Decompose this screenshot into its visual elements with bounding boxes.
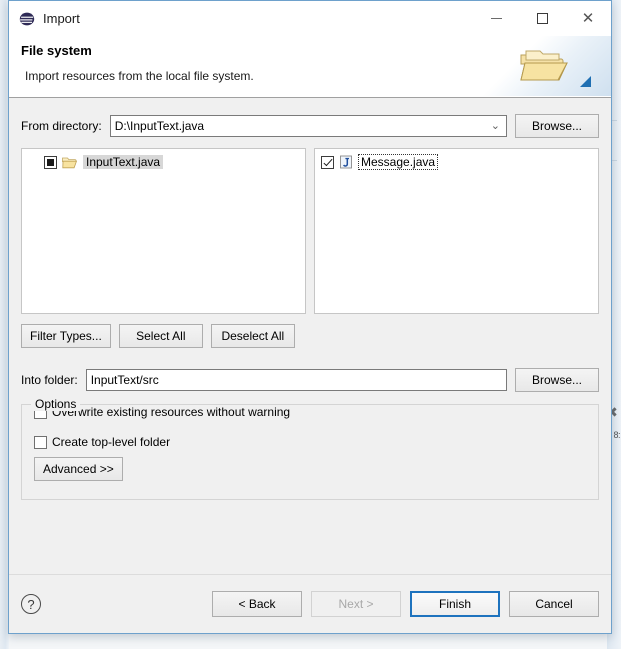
from-directory-row: From directory: D:\InputText.java ⌄ Brow… (9, 114, 611, 138)
title-bar-left: Import (9, 11, 80, 27)
advanced-button[interactable]: Advanced >> (34, 457, 123, 481)
overwrite-label: Overwrite existing resources without war… (52, 405, 291, 419)
help-icon[interactable]: ? (21, 594, 41, 614)
folder-icon (62, 156, 78, 169)
folder-checkbox[interactable] (44, 155, 57, 169)
page-description: Import resources from the local file sys… (25, 69, 254, 83)
minimize-icon (490, 18, 502, 19)
page-title: File system (21, 43, 92, 58)
maximize-icon (536, 13, 548, 24)
blue-arrow-icon (580, 76, 591, 87)
dialog-title-bar[interactable]: Import ✕ (9, 1, 611, 36)
tree-row[interactable]: InputText.java (22, 153, 305, 171)
overwrite-option-row[interactable]: Overwrite existing resources without war… (22, 405, 598, 419)
options-group-title: Options (31, 397, 81, 411)
background-text-fragment: 8: (613, 430, 620, 440)
options-group: Options Overwrite existing resources wit… (21, 397, 599, 500)
java-file-icon (339, 155, 353, 169)
from-directory-combo[interactable]: D:\InputText.java ⌄ (109, 115, 507, 137)
file-list-tree[interactable]: Message.java (314, 148, 599, 314)
eclipse-icon (19, 11, 35, 27)
browse-from-directory-button[interactable]: Browse... (515, 114, 599, 138)
advanced-button-wrap: Advanced >> (22, 457, 598, 481)
next-button: Next > (311, 591, 401, 617)
tree-item-label: InputText.java (83, 155, 164, 169)
source-folder-tree[interactable]: InputText.java (21, 148, 306, 314)
dialog-footer: ? < Back Next > Finish Cancel (9, 574, 611, 633)
footer-buttons: < Back Next > Finish Cancel (212, 591, 599, 617)
selection-buttons-row: Filter Types... Select All Deselect All (21, 324, 295, 348)
close-button[interactable]: ✕ (565, 1, 611, 36)
chevron-down-icon[interactable]: ⌄ (491, 119, 500, 132)
maximize-button[interactable] (519, 1, 565, 36)
tree-row[interactable]: Message.java (315, 153, 598, 171)
open-folder-icon (517, 46, 573, 88)
import-dialog: Import ✕ File system Import resources fr… (8, 0, 612, 634)
select-all-button[interactable]: Select All (118, 324, 203, 348)
finish-button[interactable]: Finish (410, 591, 500, 617)
window-controls: ✕ (473, 1, 611, 36)
filter-types-button[interactable]: Filter Types... (21, 324, 111, 348)
browse-into-folder-button[interactable]: Browse... (515, 368, 599, 392)
tree-item-label: Message.java (358, 154, 439, 170)
dialog-title: Import (43, 11, 80, 26)
from-directory-label: From directory: (21, 119, 102, 133)
create-top-level-option-row[interactable]: Create top-level folder (22, 435, 598, 449)
into-folder-input[interactable]: InputText/src (85, 369, 507, 391)
cancel-button[interactable]: Cancel (509, 591, 599, 617)
back-button[interactable]: < Back (212, 591, 302, 617)
from-directory-value: D:\InputText.java (114, 119, 205, 133)
into-folder-row: Into folder: InputText/src Browse... (9, 368, 611, 392)
into-folder-label: Into folder: (21, 373, 78, 387)
minimize-button[interactable] (473, 1, 519, 36)
close-icon: ✕ (581, 9, 595, 27)
dialog-body: From directory: D:\InputText.java ⌄ Brow… (9, 98, 611, 574)
resource-tree-panes: InputText.java Message.java (21, 148, 599, 314)
create-top-level-label: Create top-level folder (52, 435, 171, 449)
wizard-header: File system Import resources from the lo… (9, 36, 611, 98)
create-top-level-checkbox[interactable] (34, 435, 47, 449)
deselect-all-button[interactable]: Deselect All (210, 324, 295, 348)
into-folder-value: InputText/src (90, 373, 159, 387)
file-checkbox[interactable] (321, 155, 334, 169)
